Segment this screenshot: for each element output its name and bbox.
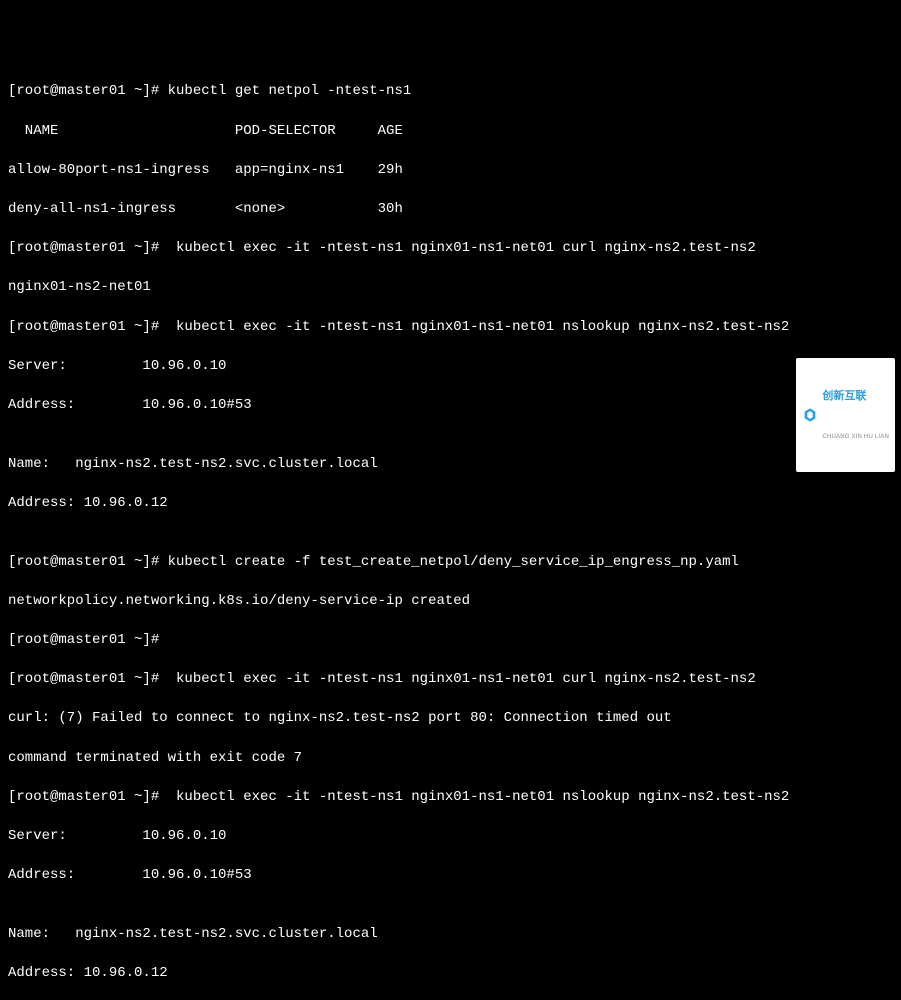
terminal-line: NAME POD-SELECTOR AGE [8,122,893,142]
terminal-line: allow-80port-ns1-ingress app=nginx-ns1 2… [8,161,893,181]
terminal-line: Address: 10.96.0.10#53 [8,866,893,886]
terminal-line: networkpolicy.networking.k8s.io/deny-ser… [8,592,893,612]
terminal-line: Server: 10.96.0.10 [8,827,893,847]
terminal-line: Name: nginx-ns2.test-ns2.svc.cluster.loc… [8,455,893,475]
watermark-subtext: CHUANG XIN HU LIAN [822,433,889,441]
terminal-line: [root@master01 ~]# kubectl get netpol -n… [8,82,893,102]
terminal-line: curl: (7) Failed to connect to nginx-ns2… [8,709,893,729]
terminal-line: Address: 10.96.0.12 [8,964,893,984]
terminal-line: Server: 10.96.0.10 [8,357,893,377]
terminal-line: [root@master01 ~]# kubectl exec -it -nte… [8,670,893,690]
terminal-line: deny-all-ns1-ingress <none> 30h [8,200,893,220]
terminal-line: [root@master01 ~]# kubectl exec -it -nte… [8,318,893,338]
terminal-line: [root@master01 ~]# kubectl exec -it -nte… [8,239,893,259]
terminal-line: Name: nginx-ns2.test-ns2.svc.cluster.loc… [8,925,893,945]
watermark-logo-icon [802,407,818,423]
terminal-line: nginx01-ns2-net01 [8,278,893,298]
terminal-line: Address: 10.96.0.12 [8,494,893,514]
terminal-line: Address: 10.96.0.10#53 [8,396,893,416]
terminal-line: [root@master01 ~]# kubectl exec -it -nte… [8,788,893,808]
terminal-line: [root@master01 ~]# [8,631,893,651]
watermark-badge: 创新互联 CHUANG XIN HU LIAN [796,358,895,472]
watermark-text: 创新互联 [822,389,889,404]
terminal-line: [root@master01 ~]# kubectl create -f tes… [8,553,893,573]
terminal-line: command terminated with exit code 7 [8,749,893,769]
